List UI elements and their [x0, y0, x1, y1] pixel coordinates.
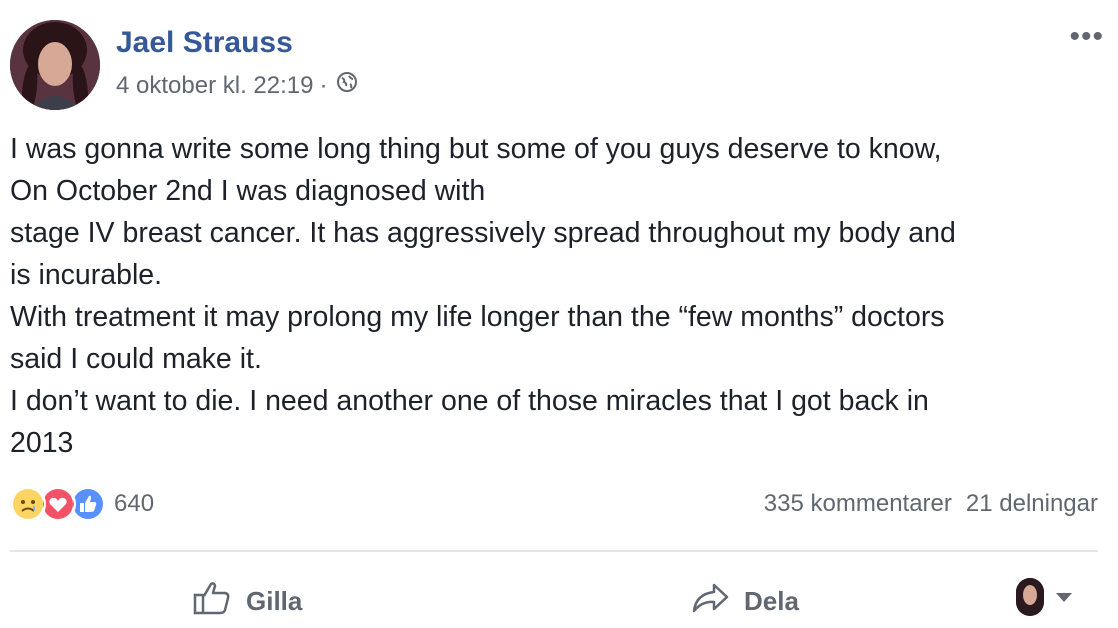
globe-icon[interactable]	[335, 70, 359, 101]
share-arrow-icon	[690, 580, 730, 623]
sad-reaction-icon	[10, 486, 46, 522]
like-button-label: Gilla	[246, 586, 303, 616]
meta-separator: ·	[319, 71, 328, 99]
comments-count-link[interactable]: 335 kommentarer	[764, 490, 952, 518]
thumbs-up-icon	[192, 580, 232, 623]
user-avatar	[1016, 578, 1044, 616]
post-timestamp[interactable]: 4 oktober kl. 22:19	[116, 72, 313, 100]
post-body-line: I don’t want to die. I need another one …	[10, 385, 929, 417]
author-name[interactable]: Jael Strauss	[116, 26, 293, 60]
post-as-selector[interactable]	[1016, 578, 1072, 616]
action-divider	[10, 550, 1098, 552]
engagement-stats: 335 kommentarer 21 delningar	[764, 490, 1098, 518]
post-body-line: On October 2nd I was diagnosed with	[10, 175, 486, 207]
more-options-button[interactable]: •••	[1069, 20, 1104, 54]
post-body-line: I was gonna write some long thing but so…	[10, 133, 942, 165]
post-body-line: With treatment it may prolong my life lo…	[10, 301, 945, 333]
post-meta: 4 oktober kl. 22:19 ·	[116, 70, 359, 101]
like-button[interactable]: Gilla	[192, 580, 302, 623]
reaction-count[interactable]: 640	[114, 490, 154, 518]
author-avatar[interactable]	[10, 20, 100, 110]
facebook-post: Jael Strauss 4 oktober kl. 22:19 · ••• I…	[0, 0, 1118, 628]
share-button[interactable]: Dela	[690, 580, 799, 623]
post-body: I was gonna write some long thing but so…	[10, 128, 1105, 464]
chevron-down-icon	[1056, 592, 1072, 602]
reaction-summary[interactable]: 640	[10, 486, 154, 522]
share-button-label: Dela	[744, 586, 799, 616]
post-body-line: said I could make it.	[10, 343, 262, 375]
post-body-line: 2013	[10, 427, 74, 459]
post-body-line: stage IV breast cancer. It has aggressiv…	[10, 217, 956, 249]
shares-count-link[interactable]: 21 delningar	[966, 490, 1098, 518]
post-body-line: is incurable.	[10, 259, 163, 291]
